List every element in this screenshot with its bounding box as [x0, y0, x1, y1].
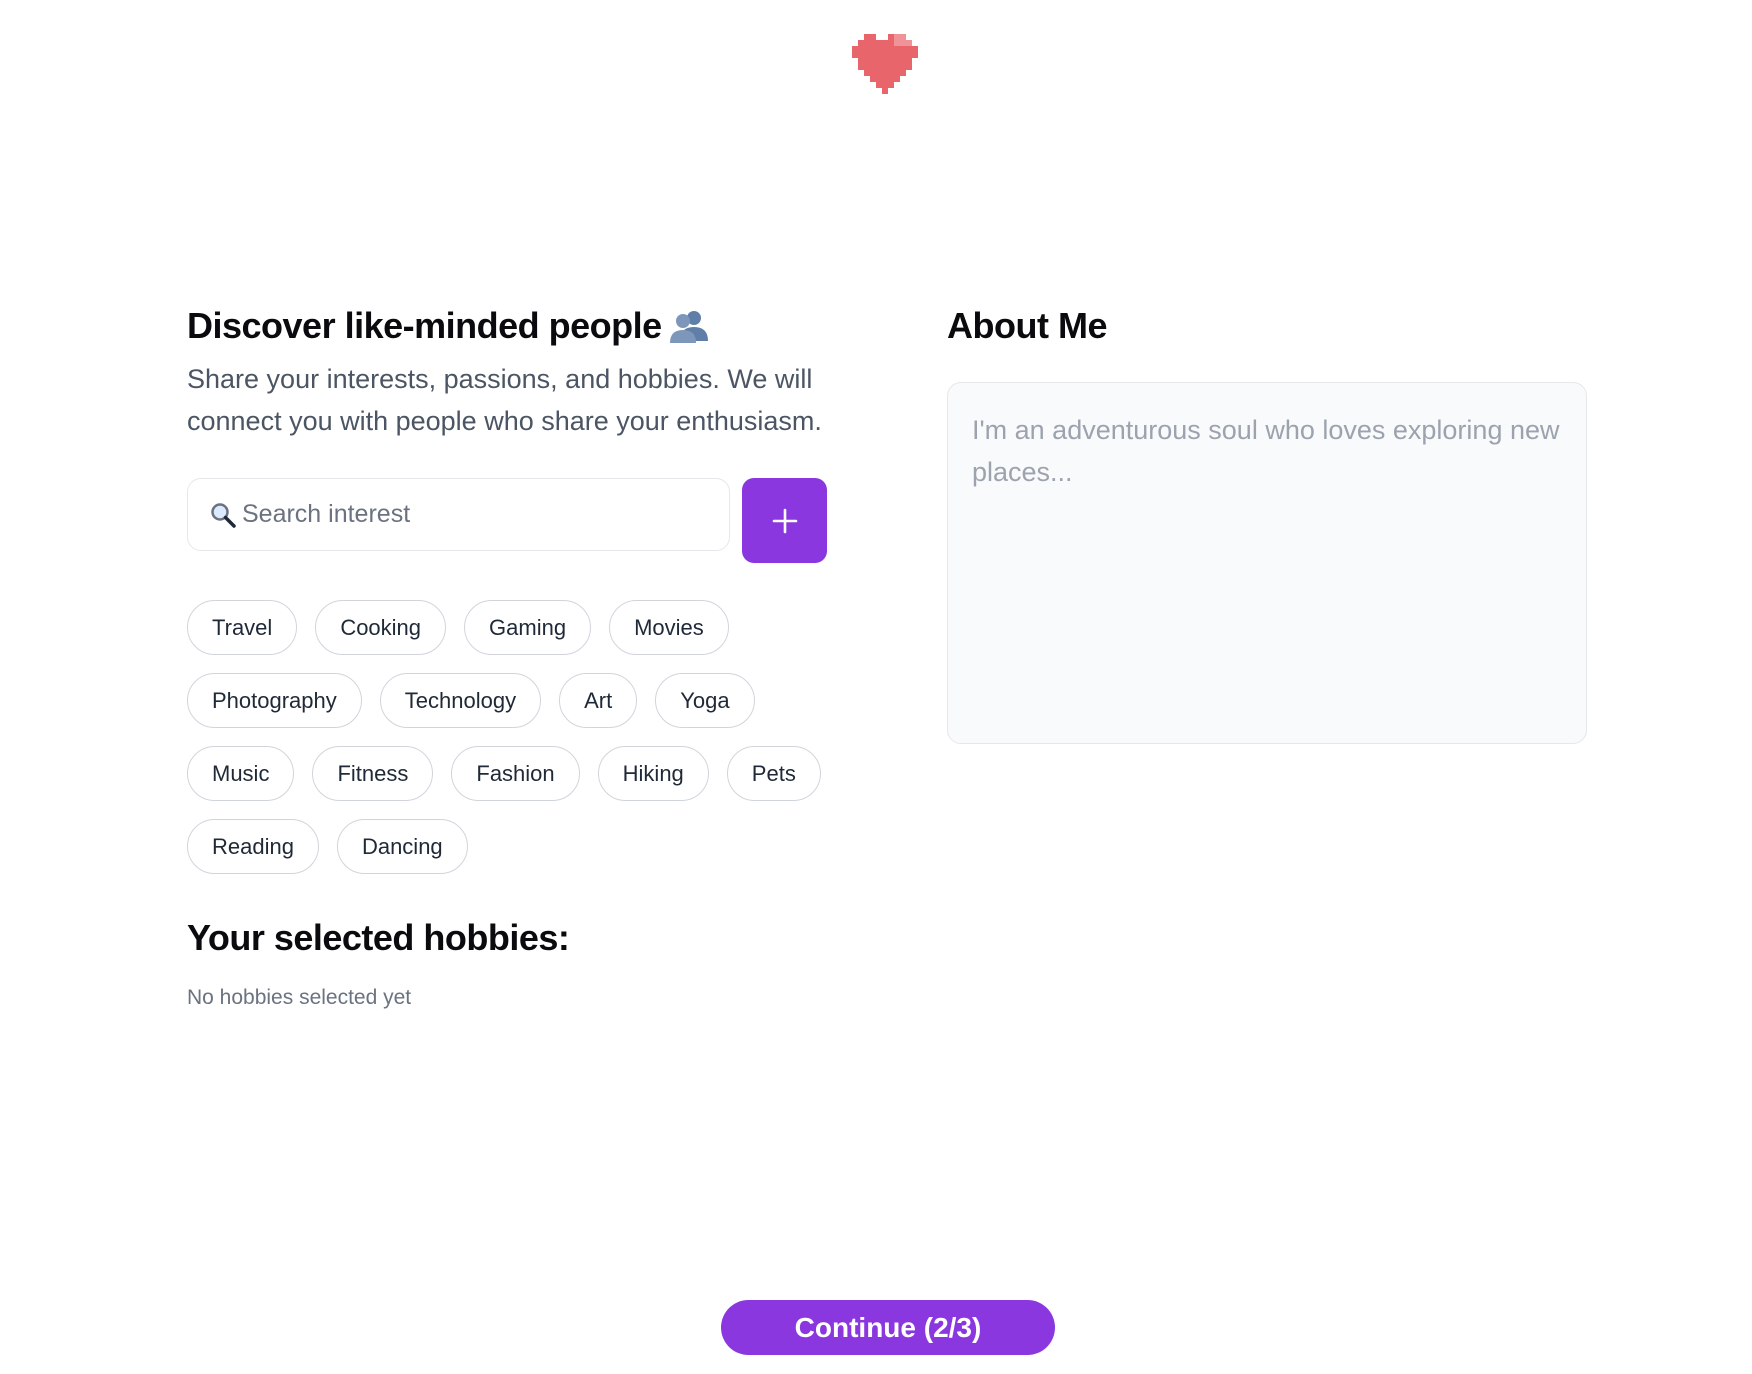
interest-chip[interactable]: Reading: [187, 819, 319, 874]
interest-chip[interactable]: Technology: [379, 673, 542, 728]
interest-chip[interactable]: Fashion: [451, 746, 580, 801]
about-section: About Me: [947, 302, 1587, 744]
discover-title: Discover like-minded people: [187, 305, 662, 346]
interest-chips: Travel Cooking Gaming Movies Photography Tech…: [187, 600, 847, 874]
search-field[interactable]: [187, 478, 730, 551]
magnifier-icon: [211, 502, 236, 528]
interest-chip[interactable]: Cooking: [315, 600, 447, 655]
pixel-heart-icon: [852, 34, 918, 94]
selected-hobbies-empty: No hobbies selected yet: [187, 986, 412, 1009]
selected-hobbies-title: Your selected hobbies:: [187, 917, 570, 958]
plus-icon: [772, 508, 797, 533]
add-interest-button[interactable]: [742, 478, 827, 563]
interest-chip[interactable]: Movies: [609, 600, 729, 655]
search-input[interactable]: [242, 500, 702, 529]
interests-section: Discover like-minded people Share your i…: [187, 302, 827, 1010]
discover-title-row: Discover like-minded people: [187, 302, 827, 350]
about-title: About Me: [947, 305, 1107, 346]
discover-description: Share your interests, passions, and hobb…: [187, 364, 822, 436]
about-textarea[interactable]: [972, 409, 1562, 717]
interest-chip[interactable]: Dancing: [336, 819, 468, 874]
interest-chip[interactable]: Music: [187, 746, 295, 801]
people-silhouette-icon: [669, 311, 708, 343]
interest-chip[interactable]: Fitness: [312, 746, 434, 801]
about-field[interactable]: [947, 382, 1587, 744]
interest-chip[interactable]: Pets: [726, 746, 821, 801]
interest-chip[interactable]: Photography: [187, 673, 362, 728]
interest-chip[interactable]: Gaming: [464, 600, 592, 655]
interest-chip[interactable]: Art: [559, 673, 638, 728]
interest-chip[interactable]: Yoga: [655, 673, 755, 728]
onboarding-page: Discover like-minded people Share your i…: [0, 0, 1752, 1374]
search-row: [187, 478, 827, 564]
continue-button[interactable]: Continue (2/3): [721, 1300, 1055, 1355]
interest-chip[interactable]: Hiking: [597, 746, 709, 801]
interest-chip[interactable]: Travel: [187, 600, 298, 655]
